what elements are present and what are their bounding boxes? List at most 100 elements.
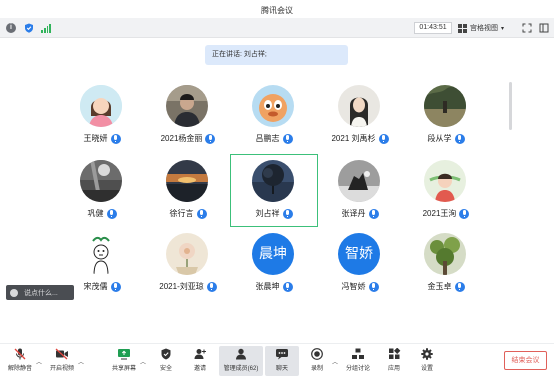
meeting-toolbar: 解除静音 ︿ 开启视频 ︿ 共享屏幕 ︿ 安全 邀请 管理成员(62) 聊天 录… <box>0 343 554 377</box>
settings-button[interactable]: 设置 <box>407 346 447 376</box>
participant-name-row: 2021王洵 <box>402 208 490 219</box>
info-icon[interactable]: i <box>6 23 16 33</box>
participant-name: 段从学 <box>427 134 452 143</box>
participant-name: 巩健 <box>87 209 104 218</box>
invite-button[interactable]: 邀请 <box>180 346 220 376</box>
participant-tile[interactable]: 段从学 <box>402 79 490 152</box>
participant-tile[interactable]: 巩健 <box>58 154 146 227</box>
mic-icon <box>282 133 293 144</box>
chat-button[interactable]: 聊天 <box>265 346 299 376</box>
participant-name: 张译丹 <box>341 209 366 218</box>
unmute-button[interactable]: 解除静音 <box>0 346 40 376</box>
record-button[interactable]: 录制 <box>297 346 337 376</box>
mic-icon <box>110 133 121 144</box>
title-bar: 腾讯会议 <box>0 0 554 18</box>
participant-tile[interactable]: 智娇 冯智娇 <box>316 227 404 300</box>
chat-input[interactable]: 说点什么... <box>6 285 74 300</box>
participant-name: 宋茂儒 <box>83 282 108 291</box>
participant-name-row: 吕鹏志 <box>230 133 318 144</box>
participant-name: 王晓妍 <box>83 134 108 143</box>
participant-name-row: 2021 刘禹杉 <box>316 133 404 144</box>
participant-tile[interactable]: 张译丹 <box>316 154 404 227</box>
participant-name-row: 2021杨金丽 <box>144 133 232 144</box>
mic-icon <box>368 208 379 219</box>
avatar <box>166 160 208 202</box>
text-avatar: 晨坤 <box>252 233 294 275</box>
speaking-indicator: 正在讲话: 刘占祥; <box>205 45 348 65</box>
participant-tile[interactable]: 2021-刘亚琼 <box>144 227 232 300</box>
avatar <box>166 85 208 127</box>
participant-name-row: 巩健 <box>58 208 146 219</box>
collapse-panel-icon[interactable] <box>539 23 549 33</box>
avatar <box>424 233 466 275</box>
meeting-timer: 01:43:51 <box>414 22 452 34</box>
avatar <box>338 85 380 127</box>
chevron-down-icon: ▾ <box>501 25 505 32</box>
mic-icon <box>206 281 217 292</box>
share-screen-label: 共享屏幕 <box>111 366 136 372</box>
participant-tile[interactable]: 2021 刘禹杉 <box>316 79 404 152</box>
participant-name-row: 刘占祥 <box>231 208 317 219</box>
participant-name-row: 张译丹 <box>316 208 404 219</box>
participant-tile[interactable]: 徐行言 <box>144 154 232 227</box>
chevron-up-icon[interactable]: ︿ <box>78 357 84 366</box>
mic-icon <box>378 133 389 144</box>
avatar <box>166 233 208 275</box>
chat-icon <box>275 348 289 360</box>
participant-name-row: 段从学 <box>402 133 490 144</box>
participant-tile[interactable]: 2021王洵 <box>402 154 490 227</box>
mic-icon <box>454 133 465 144</box>
avatar <box>252 85 294 127</box>
participant-name: 冯智娇 <box>341 282 366 291</box>
participant-name: 2021-刘亚琼 <box>159 282 204 291</box>
mic-muted-icon <box>13 348 27 360</box>
breakout-icon <box>351 348 365 360</box>
participant-name: 2021王洵 <box>422 209 457 218</box>
share-screen-icon <box>117 348 131 360</box>
participant-name-row: 金玉卓 <box>402 281 490 292</box>
view-mode-label: 宫格视图 <box>470 25 498 32</box>
participant-tile-active-speaker[interactable]: 刘占祥 <box>230 154 318 227</box>
participant-tile[interactable]: 吕鹏志 <box>230 79 318 152</box>
participant-name: 吕鹏志 <box>255 134 280 143</box>
text-avatar: 智娇 <box>338 233 380 275</box>
shield-icon[interactable] <box>24 23 34 33</box>
grid-scrollbar[interactable] <box>509 82 512 130</box>
start-video-button[interactable]: 开启视频 <box>42 346 82 376</box>
participant-name: 2021 刘禹杉 <box>331 134 376 143</box>
apps-icon <box>387 347 401 360</box>
chat-bubble-icon <box>10 288 18 297</box>
participant-name-row: 徐行言 <box>144 208 232 219</box>
settings-label: 设置 <box>420 366 433 372</box>
participant-name-row: 张晨坤 <box>230 281 318 292</box>
participant-name: 2021杨金丽 <box>160 134 203 143</box>
participant-name: 徐行言 <box>169 209 194 218</box>
add-user-icon <box>193 348 207 360</box>
signal-icon[interactable] <box>41 23 51 33</box>
view-mode-button[interactable]: 宫格视图 ▾ <box>458 22 504 34</box>
record-icon <box>310 348 324 360</box>
gear-icon <box>420 348 434 360</box>
fullscreen-icon[interactable] <box>522 23 532 33</box>
breakout-rooms-label: 分组讨论 <box>345 366 370 372</box>
avatar <box>338 160 380 202</box>
avatar <box>80 85 122 127</box>
participant-tile[interactable]: 金玉卓 <box>402 227 490 300</box>
mic-icon <box>106 208 117 219</box>
mic-icon <box>282 208 293 219</box>
participant-tile[interactable]: 王晓妍 <box>58 79 146 152</box>
avatar <box>252 160 294 202</box>
unmute-label: 解除静音 <box>7 366 32 372</box>
participant-tile[interactable]: 晨坤 张晨坤 <box>230 227 318 300</box>
breakout-rooms-button[interactable]: 分组讨论 <box>338 346 378 376</box>
shield-icon <box>159 348 173 360</box>
mic-icon <box>368 281 379 292</box>
manage-members-button[interactable]: 管理成员(62) <box>219 346 263 376</box>
share-screen-button[interactable]: 共享屏幕 <box>104 346 144 376</box>
window-title: 腾讯会议 <box>261 6 293 15</box>
participant-tile[interactable]: 2021杨金丽 <box>144 79 232 152</box>
mic-icon <box>196 208 207 219</box>
avatar <box>424 160 466 202</box>
end-meeting-button[interactable]: 结束会议 <box>504 351 547 370</box>
chat-label: 聊天 <box>275 366 288 372</box>
